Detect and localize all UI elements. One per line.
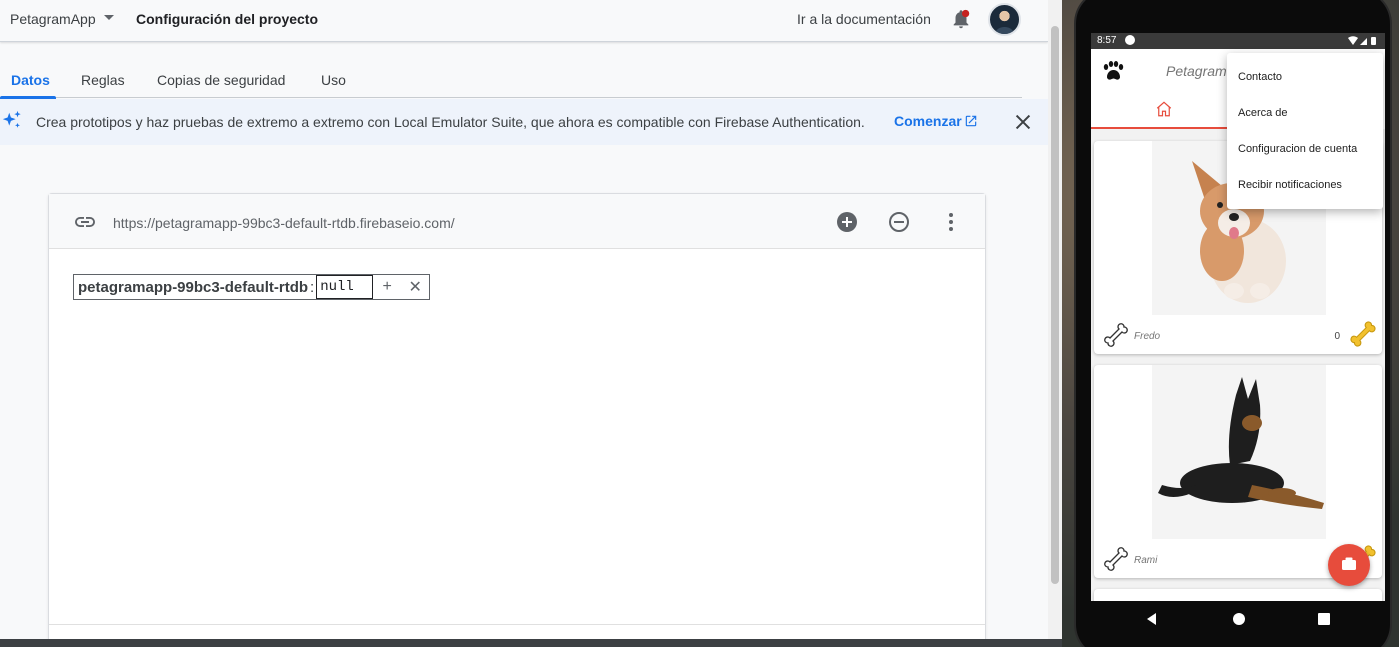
docs-link[interactable]: Ir a la documentación: [797, 11, 931, 27]
menu-item-contacto[interactable]: Contacto: [1238, 71, 1282, 83]
project-selector[interactable]: PetagramApp: [10, 11, 96, 27]
camera-fab-button[interactable]: [1328, 544, 1370, 586]
banner-start-link[interactable]: Comenzar: [894, 113, 978, 129]
android-nav-bar: [1091, 601, 1385, 639]
add-child-button[interactable]: +: [373, 275, 401, 299]
database-panel: https://petagramapp-99bc3-default-rtdb.f…: [48, 193, 986, 647]
root-node-value-input[interactable]: [316, 275, 374, 299]
banner-message: Crea prototipos y haz pruebas de extremo…: [36, 114, 865, 130]
tab-home[interactable]: [1091, 91, 1238, 129]
database-url[interactable]: https://petagramapp-99bc3-default-rtdb.f…: [113, 215, 455, 231]
menu-item-configuracion-cuenta[interactable]: Configuracion de cuenta: [1238, 143, 1357, 155]
database-header: https://petagramapp-99bc3-default-rtdb.f…: [49, 194, 985, 249]
plus-icon: +: [382, 278, 392, 295]
root-node-key[interactable]: petagramapp-99bc3-default-rtdb: [74, 279, 310, 296]
bone-icon[interactable]: [1102, 545, 1130, 573]
banner-start-label: Comenzar: [894, 113, 962, 129]
pet-likes-count: 0: [1334, 331, 1340, 342]
window-bottom-bar: [0, 639, 1062, 647]
status-time: 8:57: [1097, 35, 1117, 46]
back-icon[interactable]: [1145, 612, 1159, 626]
sparkle-icon: [2, 110, 21, 128]
firebase-console: PetagramApp Configuración del proyecto I…: [0, 0, 1062, 647]
home-icon: [1156, 101, 1172, 117]
tab-reglas[interactable]: Reglas: [81, 72, 125, 88]
link-icon: [75, 217, 95, 227]
dropdown-caret-icon[interactable]: [104, 15, 114, 20]
overflow-menu: Contacto Acerca de Configuracion de cuen…: [1227, 53, 1383, 209]
pet-name: Rami: [1134, 555, 1158, 566]
tab-copias-de-seguridad[interactable]: Copias de seguridad: [157, 72, 285, 88]
database-tree: petagramapp-99bc3-default-rtdb : + ✕: [49, 250, 985, 624]
menu-item-acerca-de[interactable]: Acerca de: [1238, 107, 1288, 119]
camera-icon: [1342, 557, 1356, 570]
tab-uso[interactable]: Uso: [321, 72, 346, 88]
notification-bell-icon[interactable]: [950, 8, 972, 30]
status-bar: 8:57: [1091, 33, 1385, 49]
pet-card: [1094, 589, 1382, 601]
tab-datos[interactable]: Datos: [11, 72, 50, 88]
scrollbar-thumb[interactable]: [1051, 26, 1059, 584]
x-icon: ✕: [408, 279, 422, 296]
pet-name: Fredo: [1134, 331, 1161, 342]
paw-icon: [1103, 61, 1124, 80]
phone-screen: 8:57 Petagram Fredo 0 Rami Contacto Acer…: [1091, 33, 1385, 601]
remove-circle-icon[interactable]: [887, 210, 911, 234]
page-title: Configuración del proyecto: [136, 11, 319, 27]
close-icon[interactable]: [1012, 111, 1034, 133]
delete-node-button[interactable]: ✕: [401, 275, 429, 299]
status-notification-icon: [1125, 35, 1135, 45]
avatar[interactable]: [988, 3, 1021, 36]
signal-battery-icon: [1348, 36, 1376, 45]
external-link-icon: [965, 115, 976, 127]
app-title: Petagram: [1166, 63, 1227, 79]
recents-icon[interactable]: [1317, 612, 1331, 626]
root-node: petagramapp-99bc3-default-rtdb : + ✕: [73, 274, 431, 300]
top-app-bar: PetagramApp Configuración del proyecto I…: [0, 0, 1048, 42]
more-vert-icon[interactable]: [939, 210, 963, 234]
panel-divider: [49, 624, 985, 625]
pet-photo-rami: [1152, 365, 1326, 539]
menu-item-recibir-notificaciones[interactable]: Recibir notificaciones: [1238, 179, 1342, 191]
tab-bar: Datos Reglas Copias de seguridad Uso: [0, 64, 1022, 99]
bone-icon[interactable]: [1102, 321, 1130, 349]
add-circle-icon[interactable]: [835, 210, 859, 234]
like-bone-icon[interactable]: [1348, 319, 1378, 349]
info-banner: Crea prototipos y haz pruebas de extremo…: [0, 99, 1048, 145]
home-nav-icon[interactable]: [1232, 612, 1246, 626]
